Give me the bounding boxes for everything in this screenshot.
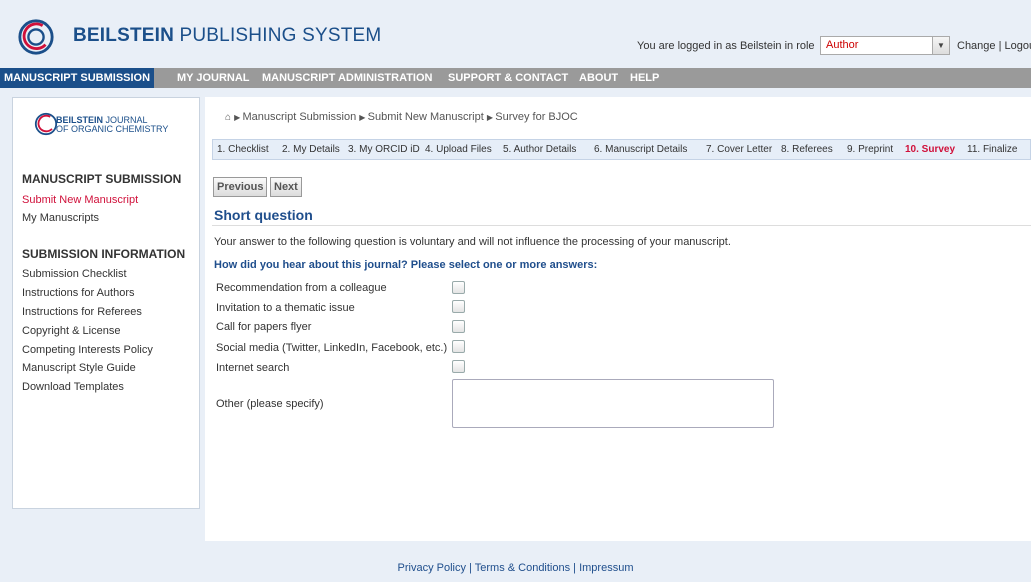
option-checkbox-colleague[interactable] (452, 281, 465, 294)
chevron-down-icon[interactable]: ▼ (932, 37, 949, 54)
sidebar-item-submit-new[interactable]: Submit New Manuscript (22, 194, 138, 206)
login-info: You are logged in as Beilstein in role (637, 40, 815, 52)
journal-name: BEILSTEIN JOURNAL OF ORGANIC CHEMISTRY (56, 116, 168, 134)
breadcrumb: ⌂ ▶ Manuscript Submission ▶ Submit New M… (225, 111, 578, 123)
step-author-details[interactable]: 5. Author Details (503, 144, 576, 155)
nav-manuscript-submission[interactable]: MANUSCRIPT SUBMISSION (0, 68, 155, 88)
step-survey[interactable]: 10. Survey (905, 144, 955, 155)
option-label: Recommendation from a colleague (216, 282, 387, 294)
option-checkbox-thematic-issue[interactable] (452, 300, 465, 313)
step-finalize[interactable]: 11. Finalize (967, 144, 1017, 155)
option-checkbox-flyer[interactable] (452, 320, 465, 333)
footer-links[interactable]: Privacy Policy | Terms & Conditions | Im… (0, 562, 1031, 574)
sidebar: BEILSTEIN JOURNAL OF ORGANIC CHEMISTRY M… (12, 97, 200, 509)
next-button[interactable]: Next (270, 177, 302, 197)
home-icon[interactable]: ⌂ (225, 112, 231, 123)
step-referees[interactable]: 8. Referees (781, 144, 833, 155)
option-label: Invitation to a thematic issue (216, 302, 355, 314)
option-label: Internet search (216, 362, 290, 374)
intro-text: Your answer to the following question is… (214, 236, 731, 248)
role-value: Author (826, 39, 859, 51)
option-checkbox-internet-search[interactable] (452, 360, 465, 373)
header: BEILSTEIN PUBLISHING SYSTEM You are logg… (0, 0, 1031, 66)
nav-about[interactable]: ABOUT (579, 68, 618, 88)
question-text: How did you hear about this journal? Ple… (214, 259, 598, 271)
beilstein-logo-icon (18, 19, 54, 55)
brand-rest: PUBLISHING SYSTEM (174, 25, 382, 46)
main-content: ⌂ ▶ Manuscript Submission ▶ Submit New M… (205, 97, 1031, 541)
nav-my-journal[interactable]: MY JOURNAL (177, 68, 250, 88)
sidebar-item-download-templates[interactable]: Download Templates (22, 381, 124, 393)
step-orcid[interactable]: 3. My ORCID iD (348, 144, 420, 155)
step-bar: 1. Checklist 2. My Details 3. My ORCID i… (212, 139, 1031, 160)
option-label: Call for papers flyer (216, 321, 312, 333)
brand-bold: BEILSTEIN (73, 25, 175, 46)
step-cover-letter[interactable]: 7. Cover Letter (706, 144, 772, 155)
brand-title: BEILSTEIN PUBLISHING SYSTEM (73, 25, 381, 47)
option-checkbox-social-media[interactable] (452, 340, 465, 353)
sidebar-item-style-guide[interactable]: Manuscript Style Guide (22, 362, 136, 374)
option-label: Social media (Twitter, LinkedIn, Faceboo… (216, 342, 448, 354)
sidebar-heading-submission: MANUSCRIPT SUBMISSION (22, 172, 182, 186)
role-select[interactable]: Author ▼ (820, 36, 950, 55)
other-textarea[interactable] (452, 379, 774, 428)
header-links[interactable]: Change | Logou (957, 40, 1031, 52)
main-nav: MANUSCRIPT SUBMISSION MY JOURNAL MANUSCR… (0, 68, 1031, 88)
nav-help[interactable]: HELP (630, 68, 659, 88)
sidebar-item-my-manuscripts[interactable]: My Manuscripts (22, 212, 99, 224)
nav-support-contact[interactable]: SUPPORT & CONTACT (448, 68, 568, 88)
sidebar-item-competing-interests[interactable]: Competing Interests Policy (22, 344, 153, 356)
step-preprint[interactable]: 9. Preprint (847, 144, 893, 155)
journal-name-line2: OF ORGANIC CHEMISTRY (56, 124, 169, 134)
sidebar-item-copyright[interactable]: Copyright & License (22, 325, 120, 337)
section-title: Short question (214, 207, 313, 223)
other-label: Other (please specify) (216, 398, 324, 410)
step-checklist[interactable]: 1. Checklist (217, 144, 269, 155)
sidebar-item-checklist[interactable]: Submission Checklist (22, 268, 127, 280)
breadcrumb-item[interactable]: Manuscript Submission (242, 111, 356, 123)
breadcrumb-item[interactable]: Submit New Manuscript (368, 111, 484, 123)
nav-manuscript-administration[interactable]: MANUSCRIPT ADMINISTRATION (262, 68, 433, 88)
step-my-details[interactable]: 2. My Details (282, 144, 340, 155)
breadcrumb-sep-icon: ▶ (359, 113, 368, 122)
divider (212, 225, 1031, 226)
previous-button[interactable]: Previous (213, 177, 268, 197)
step-manuscript-details[interactable]: 6. Manuscript Details (594, 144, 687, 155)
journal-logo-icon (34, 112, 58, 136)
sidebar-item-instructions-authors[interactable]: Instructions for Authors (22, 287, 135, 299)
breadcrumb-item: Survey for BJOC (495, 111, 578, 123)
sidebar-heading-information: SUBMISSION INFORMATION (22, 247, 186, 261)
step-upload-files[interactable]: 4. Upload Files (425, 144, 492, 155)
sidebar-item-instructions-referees[interactable]: Instructions for Referees (22, 306, 142, 318)
breadcrumb-sep-icon: ▶ (486, 113, 496, 122)
